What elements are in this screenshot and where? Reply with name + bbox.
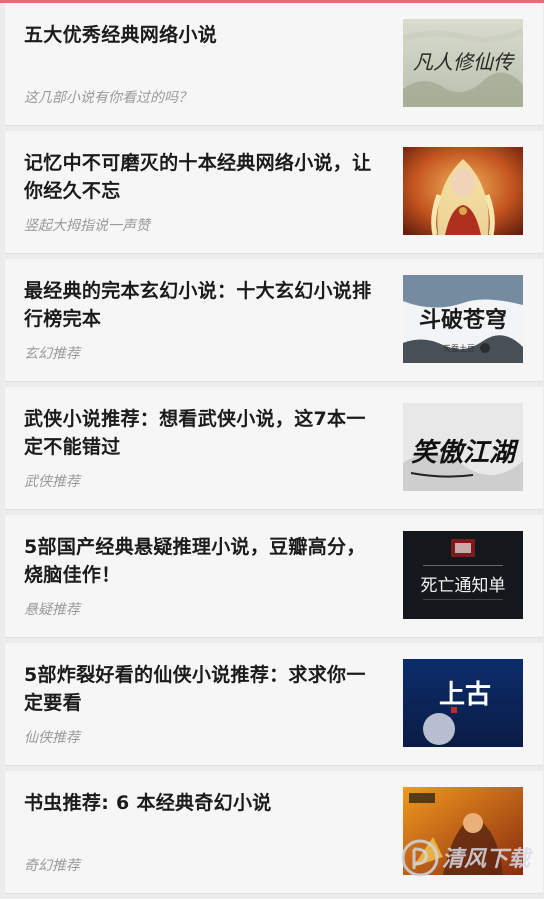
article-thumbnail[interactable]: 笑傲江湖 (403, 403, 523, 491)
article-subtitle: 奇幻推荐 (24, 858, 80, 874)
article-title[interactable]: 书虫推荐: 6 本经典奇幻小说 (24, 789, 376, 817)
shanggu-cover-image: 上古 (403, 659, 523, 747)
article-thumbnail[interactable]: 死亡通知单 (403, 531, 523, 619)
article-card[interactable]: 5部国产经典悬疑推理小说，豆瓣高分，烧脑佳作！ 悬疑推荐 死亡通知单 (5, 515, 543, 638)
doupo-cangqiong-cover-image: 斗破苍穹 天蚕土豆 (403, 275, 523, 363)
article-subtitle: 仙侠推荐 (24, 730, 80, 746)
article-title[interactable]: 武侠小说推荐：想看武侠小说，这7本一定不能错过 (24, 405, 376, 461)
article-subtitle: 玄幻推荐 (24, 346, 80, 362)
article-thumbnail[interactable]: 上古 (403, 659, 523, 747)
article-subtitle: 悬疑推荐 (24, 602, 80, 618)
article-thumbnail[interactable]: 凡人修仙传 (403, 19, 523, 107)
article-card[interactable]: 最经典的完本玄幻小说：十大玄幻小说排行榜完本 玄幻推荐 斗破苍穹 天蚕土豆 (5, 259, 543, 382)
siwang-tongzhidan-cover-image: 死亡通知单 (403, 531, 523, 619)
article-card[interactable]: 五大优秀经典网络小说 这几部小说有你看过的吗？ 凡人修仙传 (5, 3, 543, 126)
article-title[interactable]: 5部炸裂好看的仙侠小说推荐：求求你一定要看 (24, 661, 376, 717)
cover-title-text: 凡人修仙传 (413, 50, 515, 74)
article-card[interactable]: 记忆中不可磨灭的十本经典网络小说，让你经久不忘 竖起大拇指说一声赞 (5, 131, 543, 254)
article-subtitle: 竖起大拇指说一声赞 (24, 218, 150, 234)
article-subtitle: 这几部小说有你看过的吗？ (24, 90, 192, 106)
fantasy-books-cover-image (403, 787, 523, 875)
cover-title-text: 斗破苍穹 (419, 307, 507, 333)
cover-title-text: 笑傲江湖 (411, 438, 519, 468)
article-card[interactable]: 书虫推荐: 6 本经典奇幻小说 奇幻推荐 (5, 771, 543, 894)
article-title[interactable]: 记忆中不可磨灭的十本经典网络小说，让你经久不忘 (24, 149, 376, 205)
blonde-woman-illustration-image (403, 147, 523, 235)
article-card[interactable]: 武侠小说推荐：想看武侠小说，这7本一定不能错过 武侠推荐 笑傲江湖 (5, 387, 543, 510)
article-thumbnail[interactable]: 斗破苍穹 天蚕土豆 (403, 275, 523, 363)
cover-author-text: 天蚕土豆 (443, 343, 475, 353)
cover-title-text: 上古 (439, 680, 491, 710)
article-subtitle: 武侠推荐 (24, 474, 80, 490)
fanren-xiuxian-cover-image: 凡人修仙传 (403, 19, 523, 107)
article-thumbnail[interactable] (403, 147, 523, 235)
article-card[interactable]: 5部炸裂好看的仙侠小说推荐：求求你一定要看 仙侠推荐 上古 (5, 643, 543, 766)
cover-title-text: 死亡通知单 (421, 576, 506, 596)
article-title[interactable]: 最经典的完本玄幻小说：十大玄幻小说排行榜完本 (24, 277, 376, 333)
xiaoao-jianghu-cover-image: 笑傲江湖 (403, 403, 523, 491)
article-title[interactable]: 五大优秀经典网络小说 (24, 21, 376, 49)
article-list: 五大优秀经典网络小说 这几部小说有你看过的吗？ 凡人修仙传 记忆中不可磨灭的十本… (5, 3, 543, 899)
article-title[interactable]: 5部国产经典悬疑推理小说，豆瓣高分，烧脑佳作！ (24, 533, 376, 589)
article-thumbnail[interactable] (403, 787, 523, 875)
